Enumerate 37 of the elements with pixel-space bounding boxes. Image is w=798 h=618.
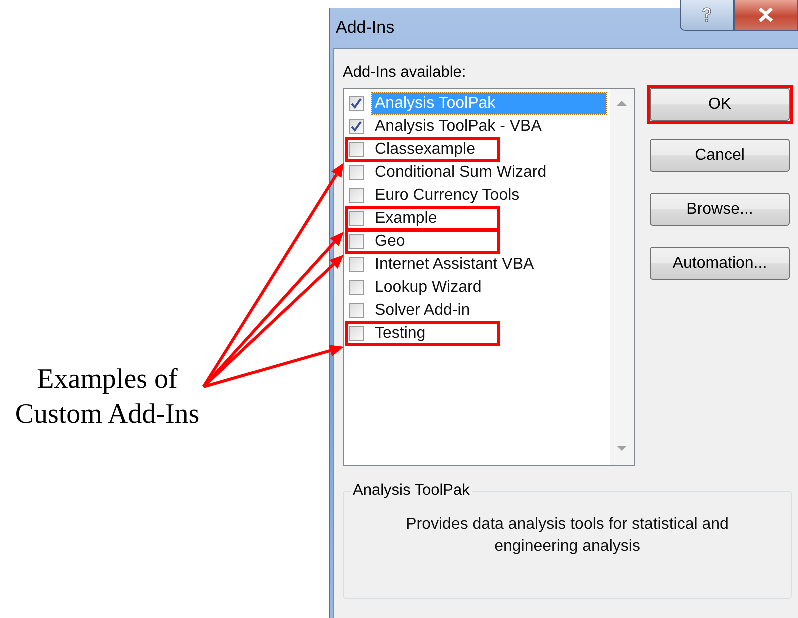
checkbox[interactable] xyxy=(349,119,364,134)
close-button[interactable] xyxy=(734,0,798,31)
list-item[interactable]: Internet Assistant VBA xyxy=(372,254,538,275)
list-label: Add-Ins available: xyxy=(343,64,468,83)
checkbox[interactable] xyxy=(349,234,364,249)
list-item[interactable]: Euro Currency Tools xyxy=(372,185,523,206)
dialog-button[interactable]: OK xyxy=(650,88,790,121)
checkbox[interactable] xyxy=(349,280,364,295)
checkbox[interactable] xyxy=(349,303,364,318)
scroll-down-icon[interactable] xyxy=(616,445,628,453)
dialog-button[interactable]: Cancel xyxy=(650,139,790,172)
checkbox[interactable] xyxy=(349,257,364,272)
close-icon xyxy=(758,8,774,22)
list-item[interactable]: Geo xyxy=(372,231,408,252)
list-item[interactable]: Testing xyxy=(372,323,429,344)
checkbox[interactable] xyxy=(349,211,364,226)
list-item[interactable]: Lookup Wizard xyxy=(372,277,485,298)
list-item[interactable]: Solver Add-in xyxy=(372,300,474,321)
dialog-button[interactable]: Browse... xyxy=(650,193,790,226)
scroll-up-icon[interactable] xyxy=(616,99,628,107)
annotation-label: Examples of Custom Add-Ins xyxy=(15,363,200,432)
help-icon xyxy=(700,7,714,23)
list-item[interactable]: Example xyxy=(372,208,440,229)
list-item[interactable]: Conditional Sum Wizard xyxy=(372,162,550,183)
checkbox[interactable] xyxy=(349,96,364,111)
scrollbar[interactable] xyxy=(610,89,634,465)
help-button[interactable] xyxy=(680,0,734,31)
checkbox[interactable] xyxy=(349,165,364,180)
add-in-description: Provides data analysis tools for statistical and engineering analysis xyxy=(405,515,730,557)
checkbox[interactable] xyxy=(349,142,364,157)
list-item[interactable]: Classexample xyxy=(372,139,478,160)
dialog-button[interactable]: Automation... xyxy=(650,247,790,280)
checkbox[interactable] xyxy=(349,188,364,203)
group-title: Analysis ToolPak xyxy=(351,482,472,500)
list-item[interactable]: Analysis ToolPak - VBA xyxy=(372,116,545,137)
window-title: Add-Ins xyxy=(335,17,395,38)
checkbox[interactable] xyxy=(349,326,364,341)
